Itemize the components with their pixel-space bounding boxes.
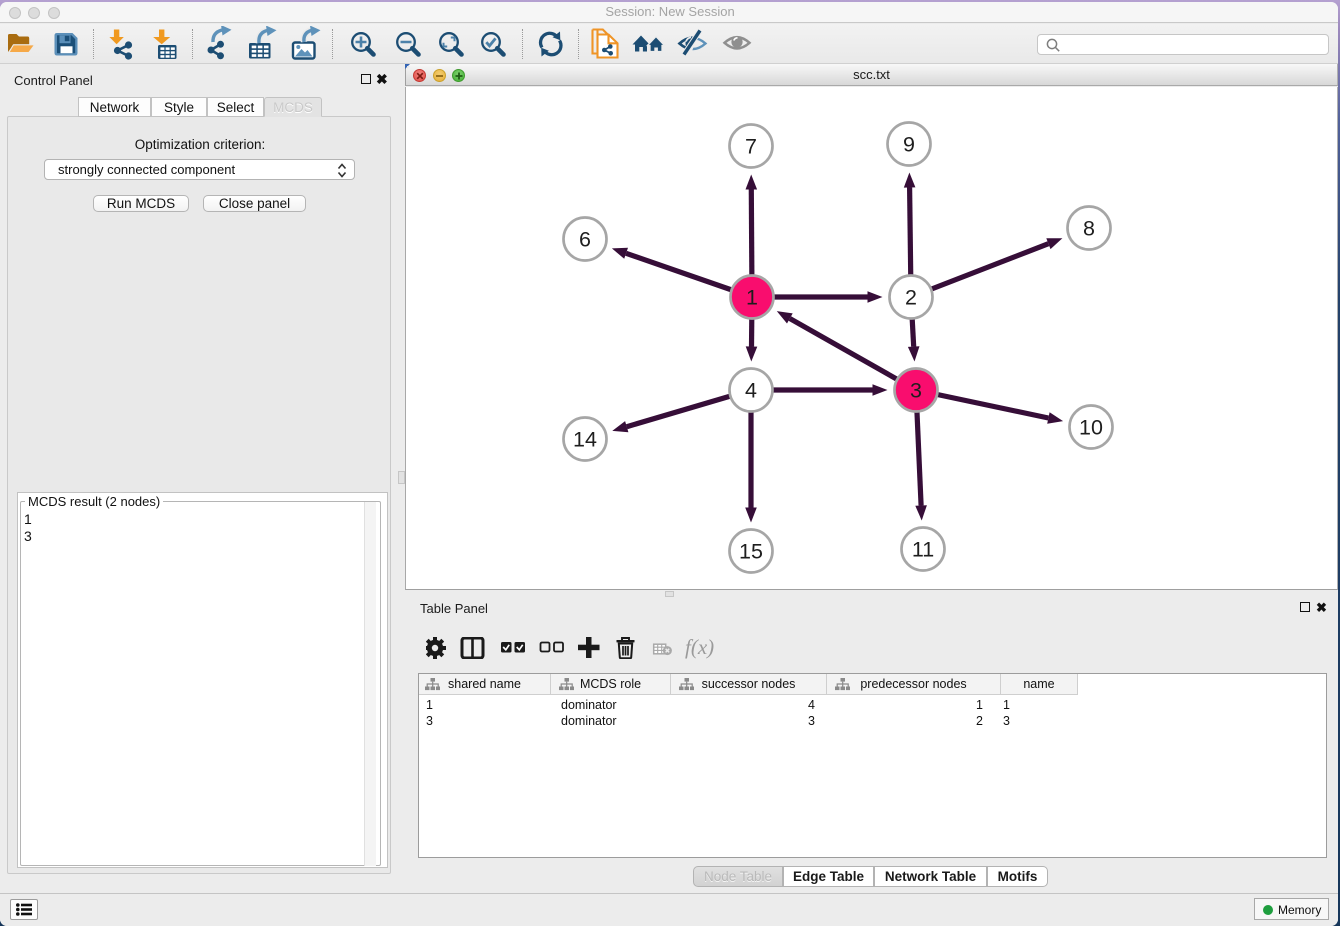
svg-text:2: 2 (905, 286, 917, 310)
svg-text:14: 14 (573, 428, 597, 452)
svg-text:3: 3 (910, 379, 922, 403)
svg-text:15: 15 (739, 540, 763, 564)
svg-text:8: 8 (1083, 217, 1095, 241)
svg-text:1: 1 (746, 286, 758, 310)
svg-text:7: 7 (745, 135, 757, 159)
svg-text:11: 11 (912, 538, 934, 562)
svg-text:f(x): f(x) (685, 637, 714, 659)
svg-text:10: 10 (1079, 416, 1103, 440)
svg-text:6: 6 (579, 228, 591, 252)
svg-text:4: 4 (745, 379, 757, 403)
svg-text:9: 9 (903, 133, 915, 157)
